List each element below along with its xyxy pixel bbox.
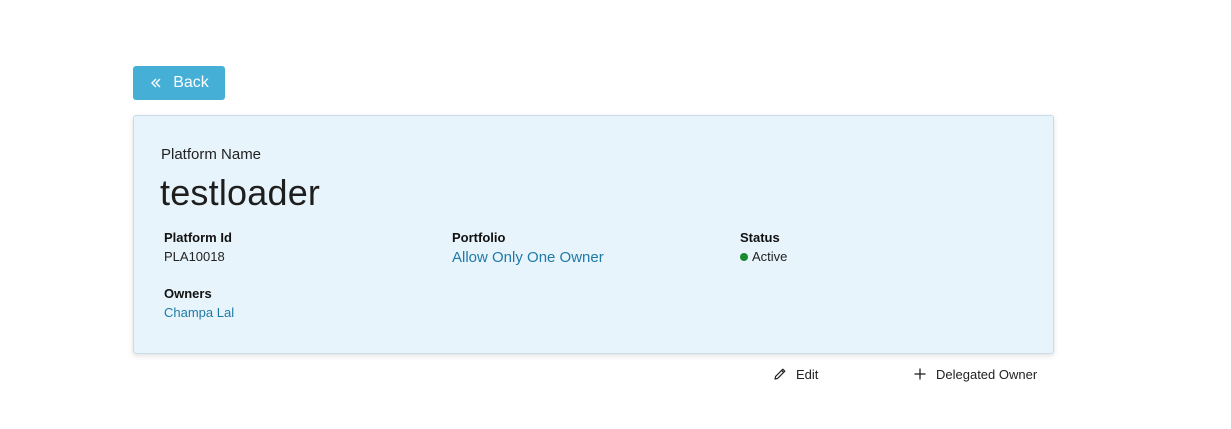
double-chevron-left-icon	[149, 76, 163, 90]
platform-name: testloader	[160, 172, 321, 213]
portfolio-field: Portfolio Allow Only One Owner	[452, 230, 604, 266]
back-button[interactable]: Back	[133, 66, 225, 100]
platform-id-field: Platform Id PLA10018	[164, 230, 232, 264]
platform-id-value: PLA10018	[164, 249, 225, 264]
status-text: Active	[752, 249, 788, 264]
edit-button[interactable]: Edit	[772, 366, 818, 382]
owners-label: Owners	[164, 286, 212, 301]
edit-label: Edit	[796, 366, 819, 382]
status-label: Status	[740, 230, 780, 245]
portfolio-label: Portfolio	[452, 230, 506, 245]
platform-id-label: Platform Id	[164, 230, 232, 245]
owner-link[interactable]: Champa Lal	[164, 305, 234, 320]
portfolio-link[interactable]: Allow Only One Owner	[452, 249, 604, 266]
delegated-owner-label: Delegated Owner	[936, 366, 1038, 382]
plus-icon	[912, 366, 928, 382]
status-value: Active	[740, 249, 787, 264]
platform-name-label: Platform Name	[161, 146, 262, 163]
status-field: Status Active	[740, 230, 787, 264]
delegated-owner-button[interactable]: Delegated Owner	[912, 366, 1037, 382]
owners-field: Owners Champa Lal	[164, 286, 234, 320]
platform-card: Platform Name testloader Platform Id PLA…	[133, 115, 1054, 354]
back-button-label: Back	[173, 74, 209, 91]
pencil-icon	[772, 366, 788, 382]
status-indicator-dot	[740, 252, 748, 261]
